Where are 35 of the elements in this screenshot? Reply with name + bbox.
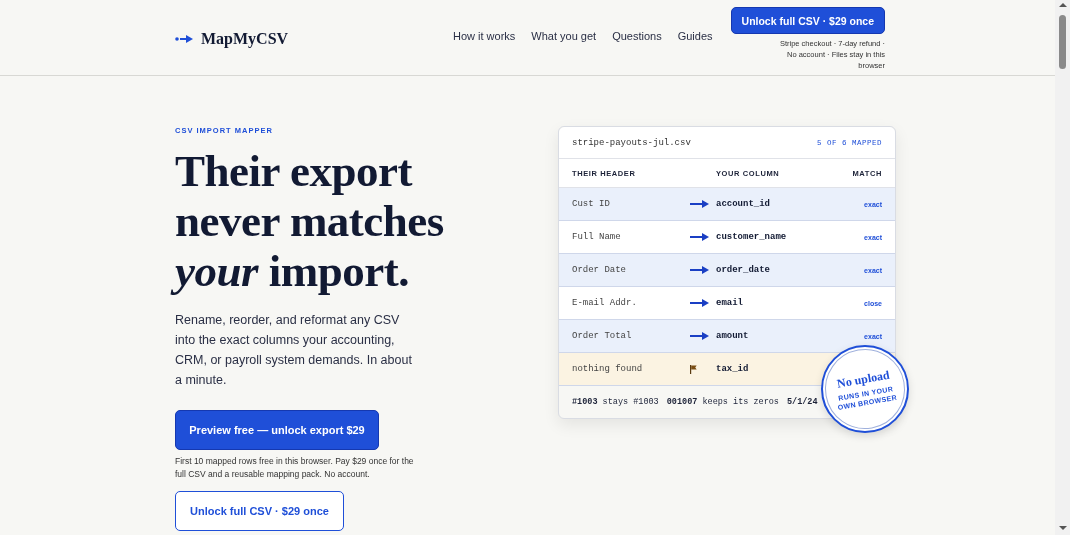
target-column: customer_name: [716, 232, 832, 242]
arrow-icon: [690, 332, 709, 340]
logo-icon: [175, 35, 193, 43]
source-header: E-mail Addr.: [572, 298, 638, 308]
nav-link[interactable]: How it works: [445, 30, 524, 42]
logo-text[interactable]: MapMyCSV: [201, 30, 289, 48]
source-header: Order Total: [572, 331, 633, 341]
example-text: #1003 stays #1003: [572, 397, 659, 407]
target-column: amount: [716, 331, 832, 341]
arrow-icon: [690, 266, 709, 274]
unlock-button[interactable]: Unlock full CSV · $29 once: [730, 7, 885, 34]
source-header: Cust ID: [572, 199, 611, 209]
unlock-button[interactable]: Unlock full CSV · $29 once: [175, 491, 344, 531]
hero-heading: Their export never matches your import.: [169, 146, 475, 298]
target-column: account_id: [716, 199, 832, 209]
example-text: 5/1/24: [786, 397, 818, 407]
source-header: Full Name: [572, 232, 622, 242]
nav-link[interactable]: Questions: [604, 30, 670, 42]
nav-link[interactable]: What you get: [523, 30, 605, 42]
example-text: 001007 keeps its zeros: [666, 397, 779, 407]
source-header: Order Date: [572, 265, 627, 275]
preview-button[interactable]: Preview free — unlock export $29: [175, 410, 379, 450]
target-column: email: [716, 298, 832, 308]
hero-description: Rename, reorder, and reformat any CSV into the exact columns your accounting, CRM, or payroll system demands. In about a minute.: [175, 312, 413, 389]
flag-icon: [690, 364, 697, 374]
arrow-icon: [690, 200, 709, 208]
arrow-icon: [690, 233, 709, 241]
target-column: order_date: [716, 265, 832, 275]
file-name: stripe-payouts-jul.csv: [572, 137, 691, 148]
arrow-icon: [690, 299, 709, 307]
scrollbar[interactable]: [1055, 0, 1070, 535]
target-column: tax_id: [716, 364, 832, 374]
source-header: nothing found: [572, 364, 644, 374]
nav-link[interactable]: Guides: [669, 30, 721, 42]
preview-note: First 10 mapped rows free in this browser. Pay $29 once for the full CSV and a reusable mapping pack. No account.: [175, 455, 415, 481]
